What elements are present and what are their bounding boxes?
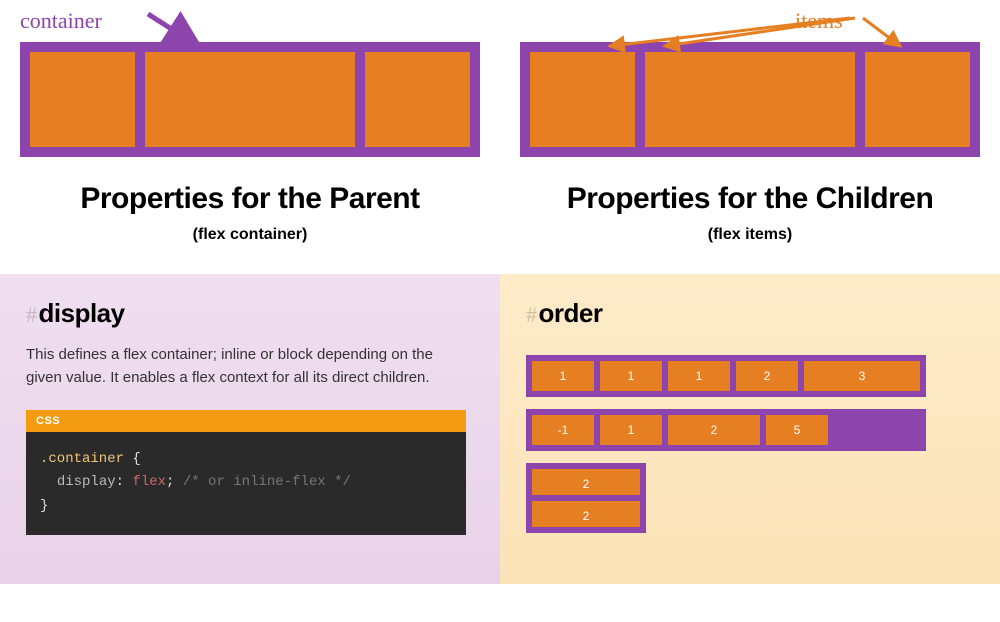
arrows-to-items-icon [580,12,980,58]
order-item: 5 [766,415,828,445]
order-item: 2 [532,501,640,527]
order-item: 1 [600,415,662,445]
order-item: 2 [532,469,640,495]
children-heading: Properties for the Children (flex items) [520,182,980,244]
order-item: -1 [532,415,594,445]
order-item: 2 [736,361,798,391]
order-property-panel: #order 1 1 1 2 3 -1 1 2 5 2 2 [500,274,1000,584]
code-lang-badge: CSS [26,410,466,432]
display-property-panel: #display This defines a flex container; … [0,274,500,584]
order-item: 3 [804,361,920,391]
flex-items-diagram [520,42,980,157]
code-selector: .container [40,451,124,467]
flex-item-box [865,52,970,147]
code-property: display [57,474,116,490]
flex-item-box [530,52,635,147]
flex-container-diagram [20,42,480,157]
parent-heading: Properties for the Parent (flex containe… [20,182,480,244]
code-value: flex [132,474,166,490]
parent-subtitle: (flex container) [20,226,480,244]
code-brace-close: } [40,498,48,514]
order-diagram: 1 1 1 2 3 -1 1 2 5 2 2 [526,355,974,533]
order-item: 1 [668,361,730,391]
items-diagram-col: items [520,8,980,157]
order-row-partial: 2 2 [526,463,646,533]
code-colon: : [116,474,133,490]
flex-item-box [30,52,135,147]
order-title: order [539,298,603,328]
container-diagram-col: container [20,8,480,157]
display-heading: #display [26,298,474,329]
flex-item-box [145,52,355,147]
arrow-down-right-icon [140,6,220,56]
order-item: 1 [532,361,594,391]
parent-title: Properties for the Parent [20,182,480,216]
code-brace-open: { [124,451,141,467]
order-item: 1 [600,361,662,391]
display-description: This defines a flex container; inline or… [26,343,446,390]
order-item: 2 [668,415,760,445]
flex-item-box [365,52,470,147]
order-row: -1 1 2 5 [526,409,926,451]
code-block: CSS .container { display: flex; /* or in… [26,410,466,535]
flex-item-box [645,52,855,147]
order-row-spacer [834,415,920,445]
code-comment: /* or inline-flex */ [174,474,350,490]
children-subtitle: (flex items) [520,226,980,244]
display-title: display [39,298,125,328]
hash-icon: # [26,302,37,327]
container-label: container [20,8,102,33]
children-title: Properties for the Children [520,182,980,216]
code-body: .container { display: flex; /* or inline… [26,432,466,535]
order-heading: #order [526,298,974,329]
order-row: 1 1 1 2 3 [526,355,926,397]
hash-icon: # [526,302,537,327]
